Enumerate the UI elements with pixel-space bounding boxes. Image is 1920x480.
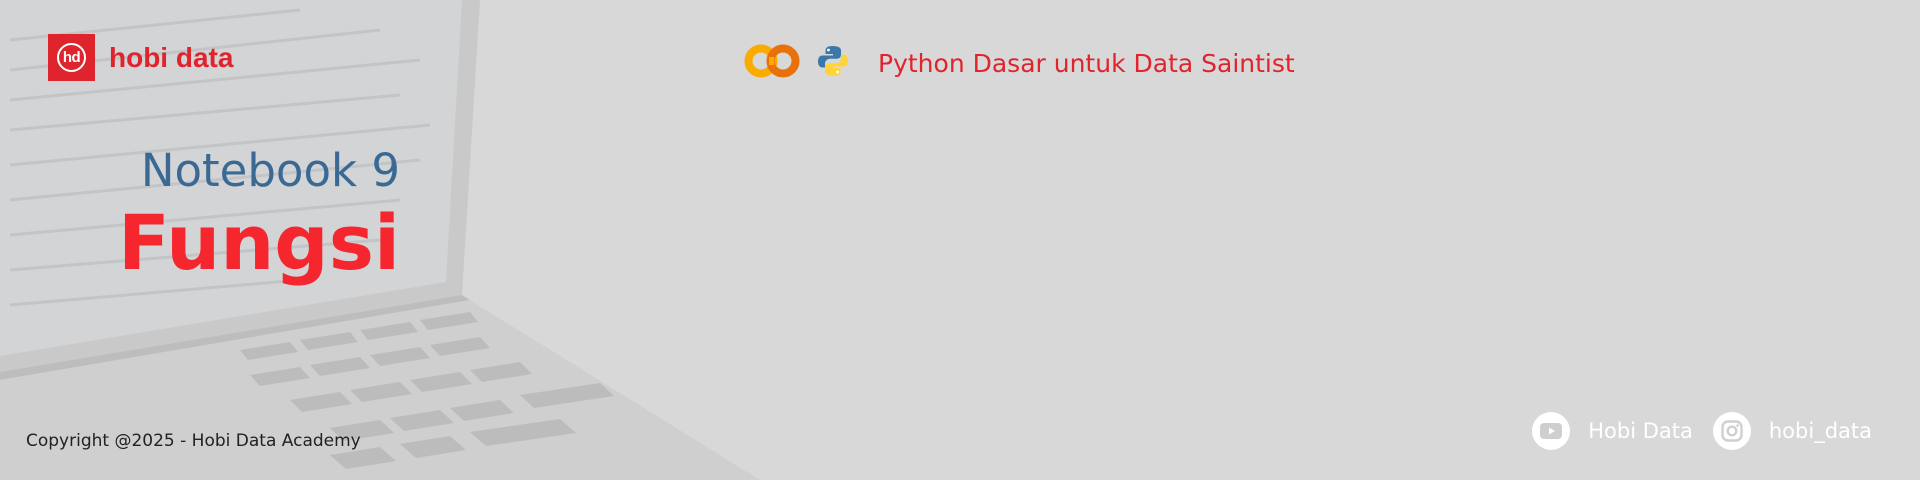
- python-icon: [816, 44, 850, 82]
- instagram-label: hobi_data: [1768, 419, 1872, 443]
- instagram-link[interactable]: hobi_data: [1712, 412, 1872, 450]
- colab-icon: [744, 44, 800, 82]
- instagram-icon: [1712, 412, 1751, 450]
- social-links: Hobi Data hobi_data: [1512, 412, 1872, 450]
- youtube-label: Hobi Data: [1588, 419, 1693, 443]
- notebook-heading: Notebook 9 Fungsi: [118, 144, 400, 288]
- notebook-title: Fungsi: [117, 198, 400, 287]
- notebook-number: Notebook 9: [140, 144, 400, 197]
- copyright-text: Copyright @2025 - Hobi Data Academy: [26, 431, 361, 451]
- course-header: Python Dasar untuk Data Saintist: [744, 44, 1295, 82]
- youtube-link[interactable]: Hobi Data: [1532, 412, 1693, 450]
- youtube-icon: [1532, 412, 1571, 450]
- course-title: Python Dasar untuk Data Saintist: [878, 48, 1295, 78]
- brand-name: hobi data: [109, 41, 234, 73]
- logo-mark-text: hd: [62, 49, 81, 66]
- brand-logo[interactable]: hd hobi data: [48, 34, 233, 81]
- logo-mark-icon: hd: [48, 34, 95, 81]
